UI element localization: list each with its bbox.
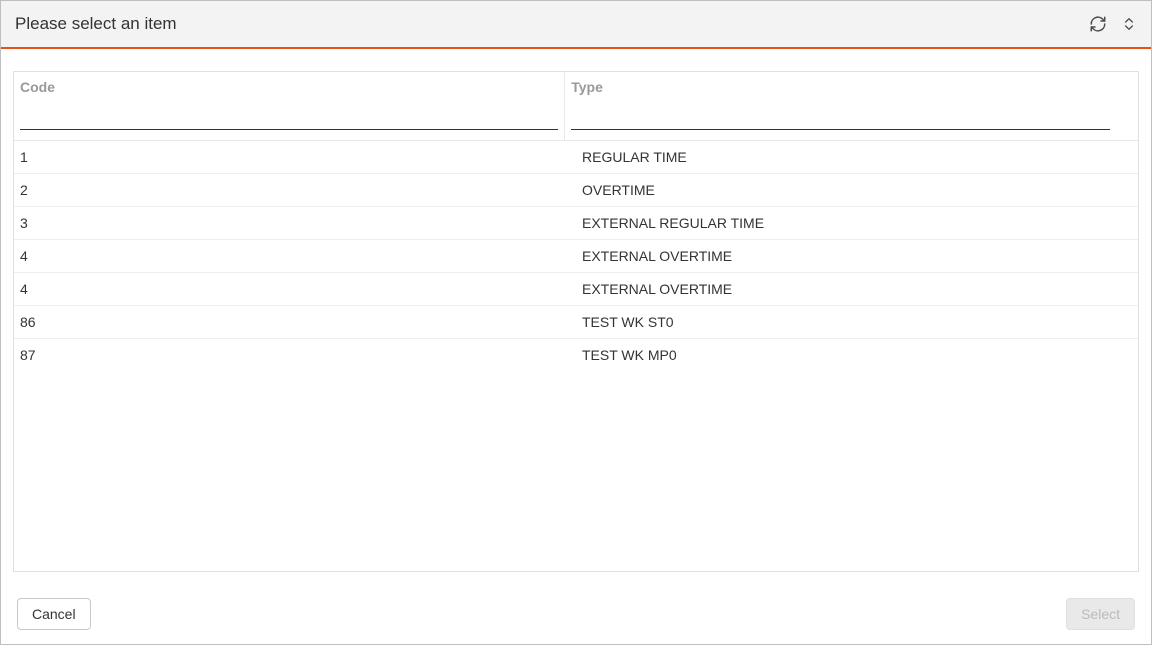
cell-code: 2 bbox=[14, 174, 576, 207]
expand-collapse-icon[interactable] bbox=[1121, 15, 1137, 33]
cell-code: 3 bbox=[14, 207, 576, 240]
table-body: 1REGULAR TIME2OVERTIME3EXTERNAL REGULAR … bbox=[14, 141, 1138, 371]
select-button[interactable]: Select bbox=[1066, 598, 1135, 630]
cell-code: 87 bbox=[14, 339, 576, 372]
column-header-type[interactable]: Type bbox=[565, 72, 1116, 101]
cell-type: TEST WK ST0 bbox=[576, 306, 1138, 339]
cell-type: EXTERNAL OVERTIME bbox=[576, 240, 1138, 273]
cell-code: 4 bbox=[14, 273, 576, 306]
table-row[interactable]: 87TEST WK MP0 bbox=[14, 339, 1138, 372]
table-row[interactable]: 1REGULAR TIME bbox=[14, 141, 1138, 174]
cell-type: OVERTIME bbox=[576, 174, 1138, 207]
items-table: Code Type bbox=[13, 71, 1139, 572]
cell-type: EXTERNAL OVERTIME bbox=[576, 273, 1138, 306]
cancel-button[interactable]: Cancel bbox=[17, 598, 91, 630]
cell-code: 1 bbox=[14, 141, 576, 174]
table-row[interactable]: 86TEST WK ST0 bbox=[14, 306, 1138, 339]
filter-type-input[interactable] bbox=[571, 105, 1109, 130]
column-filters bbox=[14, 101, 1138, 140]
select-item-dialog: Please select an item bbox=[0, 0, 1152, 645]
cell-code: 4 bbox=[14, 240, 576, 273]
dialog-footer: Cancel Select bbox=[1, 584, 1151, 644]
column-headers: Code Type bbox=[14, 72, 1138, 101]
column-header-code[interactable]: Code bbox=[14, 72, 565, 101]
cell-type: TEST WK MP0 bbox=[576, 339, 1138, 372]
table-head: Code Type bbox=[14, 72, 1138, 140]
header-actions bbox=[1089, 15, 1137, 33]
table-scroll[interactable]: 1REGULAR TIME2OVERTIME3EXTERNAL REGULAR … bbox=[14, 140, 1138, 571]
cell-type: REGULAR TIME bbox=[576, 141, 1138, 174]
cell-type: EXTERNAL REGULAR TIME bbox=[576, 207, 1138, 240]
dialog-title: Please select an item bbox=[15, 14, 1089, 34]
table-row[interactable]: 4EXTERNAL OVERTIME bbox=[14, 273, 1138, 306]
cell-code: 86 bbox=[14, 306, 576, 339]
dialog-header: Please select an item bbox=[1, 1, 1151, 49]
table-row[interactable]: 2OVERTIME bbox=[14, 174, 1138, 207]
refresh-icon[interactable] bbox=[1089, 15, 1107, 33]
table-row[interactable]: 4EXTERNAL OVERTIME bbox=[14, 240, 1138, 273]
table-row[interactable]: 3EXTERNAL REGULAR TIME bbox=[14, 207, 1138, 240]
dialog-content: Code Type bbox=[1, 49, 1151, 584]
filter-code-input[interactable] bbox=[20, 105, 558, 130]
